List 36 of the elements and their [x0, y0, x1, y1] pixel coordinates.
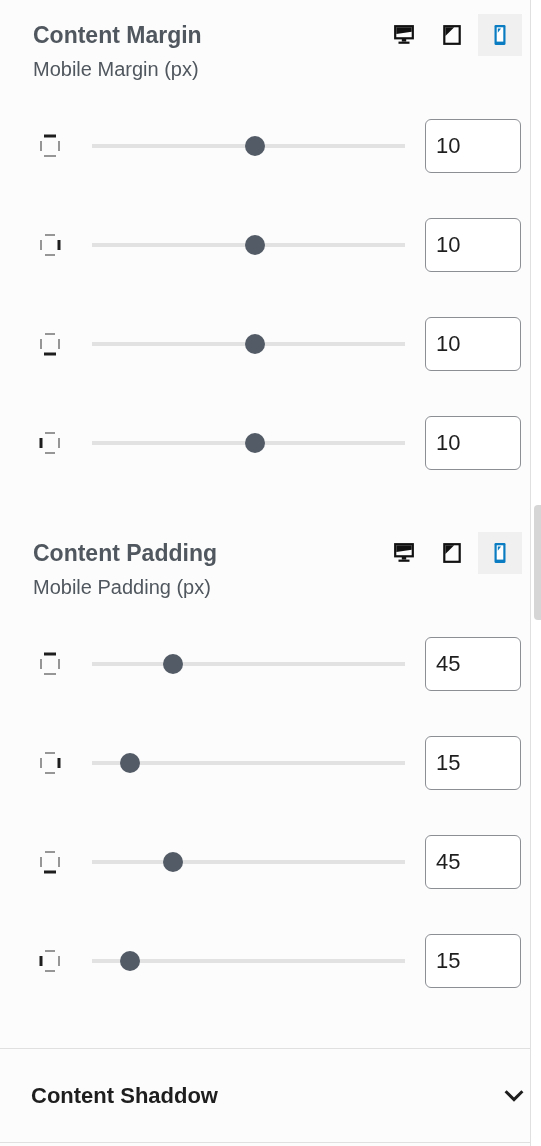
section-title: Content Margin — [33, 21, 202, 49]
control-label: Mobile Margin (px) — [33, 58, 200, 82]
slider-thumb[interactable] — [244, 433, 265, 453]
control-label: Mobile Padding (px) — [33, 576, 212, 600]
right-side-icon — [37, 232, 63, 258]
number-field[interactable]: 45 — [425, 835, 521, 889]
slider-thumb[interactable] — [244, 136, 265, 156]
top-side-icon — [37, 651, 63, 677]
panel-toggle[interactable]: Content Shaddow — [0, 1048, 530, 1143]
slider-thumb[interactable] — [244, 235, 265, 255]
number-field[interactable]: 45 — [425, 637, 521, 691]
right-side-icon — [37, 750, 63, 776]
mobile-view-button[interactable] — [478, 14, 522, 56]
desktop-icon — [393, 542, 415, 564]
slider-thumb[interactable] — [244, 334, 265, 354]
slider-thumb[interactable] — [119, 951, 140, 971]
left-side-icon — [37, 948, 63, 974]
mobile-view-button[interactable] — [478, 532, 522, 574]
number-field[interactable]: 15 — [425, 736, 521, 790]
tablet-icon — [441, 24, 463, 46]
slider-thumb[interactable] — [163, 654, 184, 674]
number-field[interactable]: 10 — [425, 317, 521, 371]
number-field[interactable]: 10 — [425, 416, 521, 470]
section-title: Content Padding — [33, 539, 217, 567]
top-side-icon — [37, 133, 63, 159]
scrollbar-thumb[interactable] — [534, 505, 541, 620]
left-side-icon — [37, 430, 63, 456]
desktop-icon — [393, 24, 415, 46]
slider-thumb[interactable] — [163, 852, 184, 872]
bottom-side-icon — [37, 849, 63, 875]
number-field[interactable]: 10 — [425, 218, 521, 272]
tablet-icon — [441, 542, 463, 564]
bottom-side-icon — [37, 331, 63, 357]
number-field[interactable]: 10 — [425, 119, 521, 173]
number-field[interactable]: 15 — [425, 934, 521, 988]
slider-thumb[interactable] — [119, 753, 140, 773]
